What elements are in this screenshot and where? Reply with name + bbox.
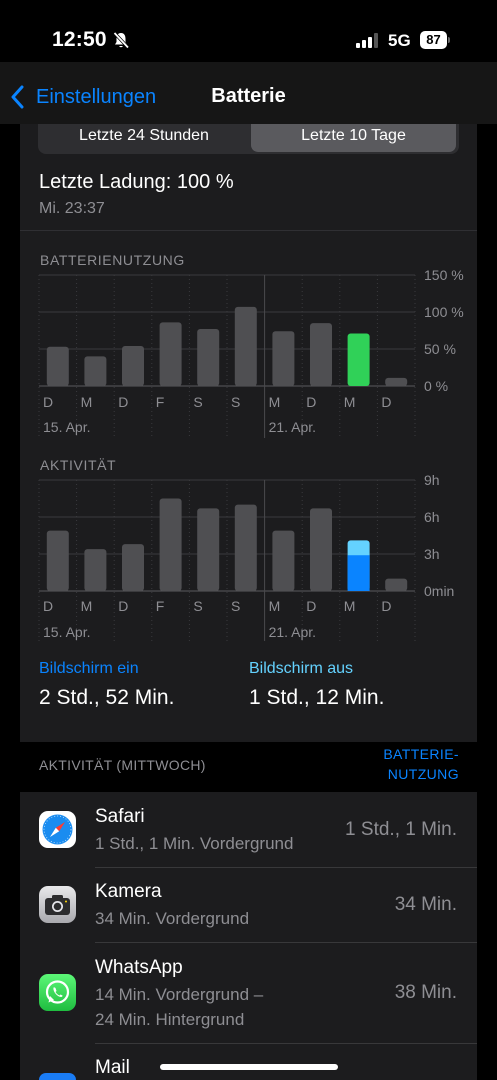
bar	[84, 356, 107, 386]
x-tick-label: S	[231, 598, 240, 614]
app-usage-value: 34 Min.	[394, 894, 457, 915]
app-usage-value: 1 Std., 1 Min.	[345, 819, 457, 840]
bar-screen-on	[347, 555, 370, 591]
y-tick-label: 9h	[424, 472, 440, 488]
home-indicator[interactable]	[160, 1064, 338, 1070]
mail-icon	[39, 1073, 76, 1080]
divider	[20, 230, 477, 231]
x-tick-label: M	[81, 394, 93, 410]
status-time: 12:50	[52, 28, 107, 51]
app-name: Kamera	[95, 881, 162, 902]
x-tick-label: D	[381, 598, 391, 614]
x-tick-label: D	[118, 394, 128, 410]
bar	[122, 544, 144, 591]
x-tick-label: F	[156, 394, 165, 410]
date-label: 15. Apr.	[43, 624, 90, 640]
x-tick-label: D	[306, 394, 316, 410]
bar	[234, 306, 257, 386]
bar	[385, 377, 408, 386]
y-tick-label: 0 %	[424, 378, 448, 394]
app-detail-background: 24 Min. Hintergrund	[95, 1010, 245, 1029]
x-tick-label: D	[43, 394, 53, 410]
x-tick-label: M	[269, 394, 281, 410]
bar	[122, 346, 144, 386]
date-label: 21. Apr.	[269, 419, 316, 435]
bar	[159, 498, 182, 591]
bar	[234, 504, 257, 591]
x-tick-label: D	[118, 598, 128, 614]
activity-chart[interactable]: 9h 6h 3h 0min D M D F S S M D M D 15. Apr. 21. Apr.	[0, 470, 497, 645]
date-label: 21. Apr.	[269, 624, 316, 640]
y-tick-label: 6h	[424, 509, 440, 525]
app-detail: 1 Std., 1 Min. Vordergrund	[95, 834, 294, 853]
bar	[197, 329, 220, 386]
x-tick-label: M	[81, 598, 93, 614]
page-title: Batterie	[211, 85, 286, 107]
screen-on-label: Bildschirm ein	[39, 660, 139, 677]
bar	[385, 578, 408, 591]
app-usage-value: 38 Min.	[394, 982, 457, 1003]
y-tick-label: 0min	[424, 583, 454, 599]
bar	[272, 530, 295, 591]
y-tick-label: 3h	[424, 546, 440, 562]
date-label: 15. Apr.	[43, 419, 90, 435]
whatsapp-icon	[39, 974, 76, 1011]
bar	[310, 323, 332, 386]
last-charge-time: Mi. 23:37	[39, 200, 105, 217]
cellular-signal-icon	[356, 33, 378, 48]
x-tick-label: S	[231, 394, 240, 410]
screen-on-value: 2 Std., 52 Min.	[39, 686, 175, 709]
bar	[272, 331, 295, 386]
bar	[197, 508, 220, 591]
x-tick-label: S	[193, 598, 202, 614]
activity-list-header: AKTIVITÄT (MITTWOCH)	[39, 757, 206, 773]
bar	[46, 530, 69, 591]
y-tick-label: 100 %	[424, 304, 464, 320]
y-tick-label: 50 %	[424, 341, 456, 357]
app-name: Mail	[95, 1057, 130, 1078]
app-detail: 14 Min. Vordergrund –	[95, 985, 264, 1004]
camera-icon	[39, 886, 76, 923]
x-tick-label: M	[269, 598, 281, 614]
time-range-segmented-control[interactable]: Letzte 24 Stunden Letzte 10 Tage	[38, 124, 459, 154]
toggle-label-line2: NUTZUNG	[387, 766, 459, 782]
segment-last-10-days[interactable]: Letzte 10 Tage	[251, 124, 456, 152]
battery-usage-chart[interactable]: 150 % 100 % 50 % 0 % D M D F S S M D M D 15. Apr. 21. A…	[0, 260, 497, 440]
bar	[347, 333, 370, 386]
network-type: 5G	[388, 31, 411, 50]
silent-bell-icon	[113, 31, 130, 49]
bar	[310, 508, 332, 591]
x-tick-label: D	[381, 394, 391, 410]
app-name: WhatsApp	[95, 957, 183, 978]
x-tick-label: M	[344, 394, 356, 410]
screen-off-value: 1 Std., 12 Min.	[249, 686, 385, 709]
x-tick-label: M	[344, 598, 356, 614]
safari-icon	[39, 811, 76, 848]
y-tick-label: 150 %	[424, 267, 464, 283]
last-charge-label: Letzte Ladung: 100 %	[39, 171, 234, 193]
toggle-label-line1: BATTERIE-	[383, 746, 459, 762]
app-row-mail[interactable]	[20, 1044, 477, 1080]
battery-icon: 87	[420, 31, 450, 49]
x-tick-label: D	[306, 598, 316, 614]
x-tick-label: S	[193, 394, 202, 410]
app-detail: 34 Min. Vordergrund	[95, 909, 250, 928]
segment-last-24-hours[interactable]: Letzte 24 Stunden	[40, 124, 248, 152]
bar	[46, 346, 69, 386]
app-name: Safari	[95, 806, 145, 827]
battery-usage-toggle[interactable]: BATTERIE- NUTZUNG	[360, 744, 459, 784]
x-tick-label: D	[43, 598, 53, 614]
bar	[84, 549, 107, 591]
screen-off-label: Bildschirm aus	[249, 660, 354, 677]
battery-percentage: 87	[426, 32, 441, 47]
x-tick-label: F	[156, 598, 165, 614]
bar	[159, 322, 182, 386]
